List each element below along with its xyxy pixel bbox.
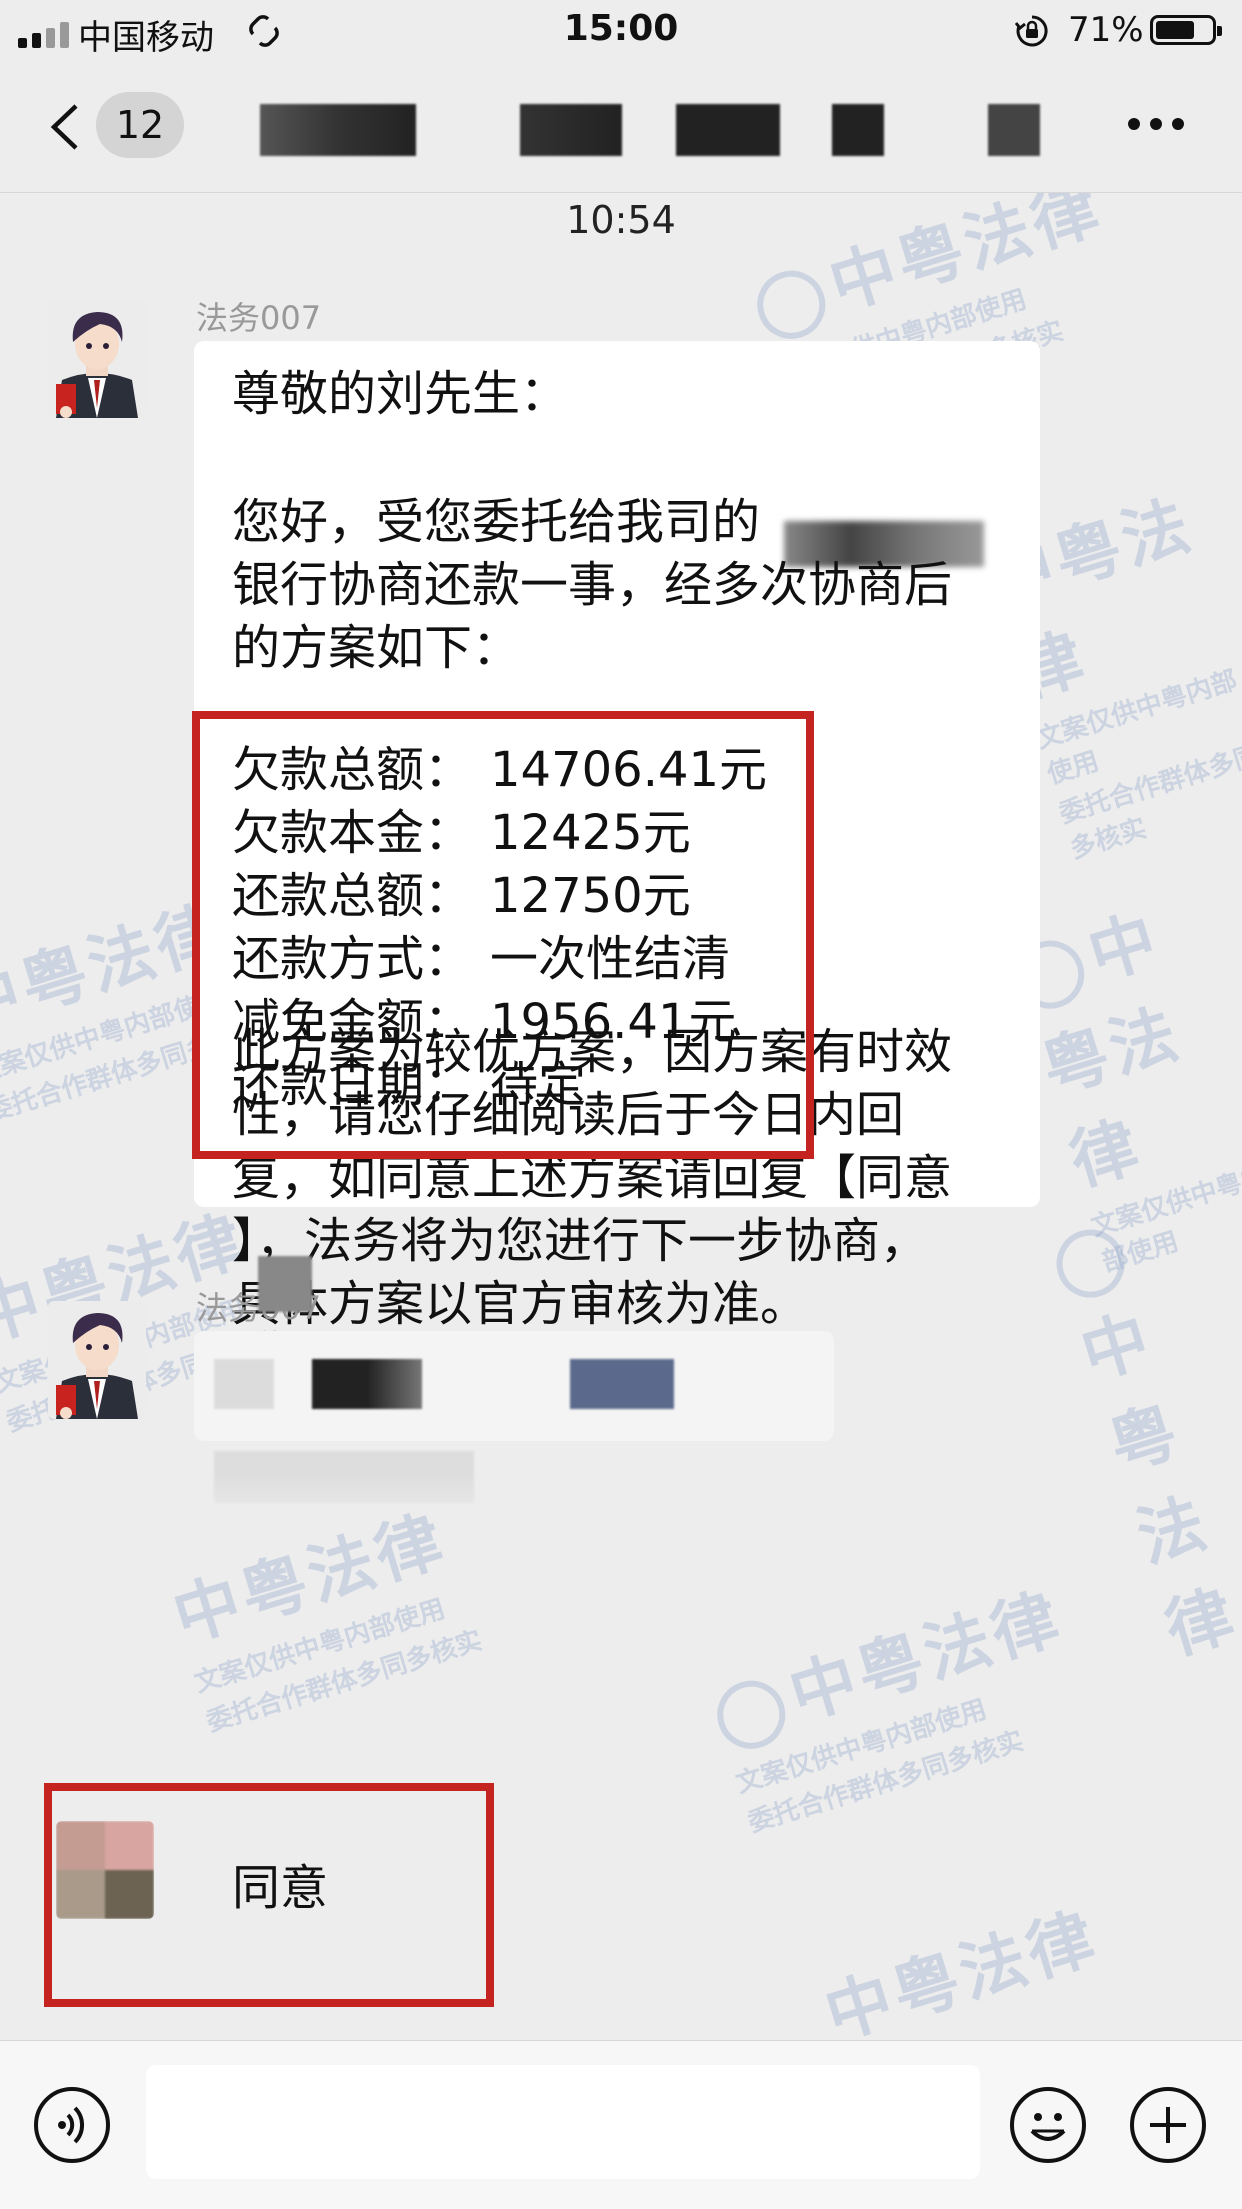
message-bubble-redacted[interactable] [194, 1331, 834, 1503]
message-intro: 的方案如下： [232, 620, 521, 676]
watermark: 中粤法律 [816, 1898, 1107, 2039]
voice-icon[interactable] [34, 2087, 110, 2163]
unread-count-badge[interactable]: 12 [96, 92, 184, 158]
battery-percent: 71% [1068, 10, 1144, 50]
status-bar: 中国移动 15:00 71% [0, 0, 1242, 62]
message-input[interactable] [146, 2065, 980, 2179]
redacted-content [214, 1451, 474, 1503]
redacted-content [214, 1359, 274, 1409]
input-bar [0, 2040, 1242, 2209]
watermark: 中粤法律 文案仅供中粤内部使用 委托合作群体多同多核实 [164, 1501, 486, 1738]
watermark: 中粤法律 文案仅供中粤内部使用 委托合作群体多同多核实 [702, 1565, 1096, 1840]
message-intro: 银行协商还款一事，经多次协商后 [232, 557, 953, 613]
message-timestamp: 10:54 [566, 198, 676, 242]
rotation-lock-icon [1015, 15, 1048, 47]
redacted-title [520, 104, 622, 156]
highlight-box [192, 711, 814, 1159]
avatar[interactable] [48, 300, 146, 418]
redacted-content [312, 1359, 422, 1409]
redacted-content [570, 1359, 674, 1409]
chevron-left-icon[interactable] [48, 102, 82, 152]
watermark: 中粤法律 [1045, 1194, 1242, 1673]
redacted-title [832, 104, 884, 156]
avatar[interactable] [48, 1301, 146, 1419]
redacted-content [258, 1256, 312, 1312]
chat-header: 12 [0, 62, 1242, 193]
highlight-box [44, 1783, 494, 2007]
chat-area[interactable]: 中粤法律 文案仅供中粤内部使用 委托合作群体多同多核实 中粤法律 文案仅供中粤内… [0, 193, 1242, 2039]
redacted-title [988, 104, 1040, 156]
sender-name: 法务007 [196, 299, 322, 337]
emoji-icon[interactable] [1010, 2087, 1086, 2163]
redacted-title [676, 104, 780, 156]
plus-icon[interactable] [1130, 2087, 1206, 2163]
message-intro: 您好，受您委托给我司的 [232, 494, 761, 550]
message-greeting: 尊敬的刘先生： [232, 366, 569, 422]
clock: 15:00 [563, 8, 679, 49]
battery-icon [1150, 15, 1222, 45]
more-icon[interactable] [1128, 118, 1184, 130]
redacted-title [260, 104, 416, 156]
